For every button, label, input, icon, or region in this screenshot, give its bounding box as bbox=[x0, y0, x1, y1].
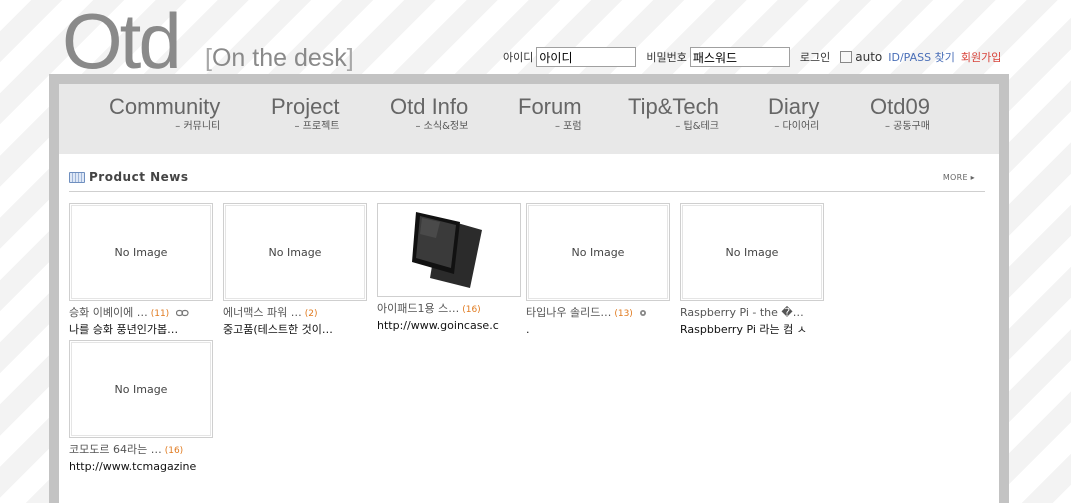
no-image-placeholder: No Image bbox=[528, 205, 668, 299]
product-title-text: 아이패드1용 스… bbox=[377, 302, 460, 315]
nav-item-tip-tech[interactable]: Tip&Tech – 팁&테크 bbox=[628, 94, 719, 134]
section-title: Product News bbox=[89, 170, 189, 184]
product-card[interactable]: No Image 타입나우 솔리드… (13) . bbox=[526, 203, 672, 337]
product-title-text: 에너맥스 파워 … bbox=[223, 306, 302, 319]
product-description: http://www.goincase.c bbox=[377, 319, 499, 332]
product-card[interactable]: No Image 승화 이볘이에 … (11) 나를 승화 풍년인가봅… bbox=[69, 203, 215, 337]
no-image-placeholder: No Image bbox=[682, 205, 822, 299]
product-card[interactable]: No Image 코모도르 64라는 … (16) http://www.tcma… bbox=[69, 340, 215, 474]
password-label: 비밀번호 bbox=[646, 51, 687, 64]
comment-count: (13) bbox=[614, 309, 633, 319]
keyboard-icon bbox=[69, 172, 85, 183]
product-title-text: 코모도르 64라는 … bbox=[69, 443, 162, 456]
login-bar: 아이디 비밀번호 로그인 auto ID/PASS 찾기 회원가입 bbox=[503, 46, 1001, 68]
product-thumbnail[interactable]: No Image bbox=[526, 203, 670, 301]
nav-label-ko: – 소식&정보 bbox=[415, 121, 469, 132]
nav-item-diary[interactable]: Diary – 다이어리 bbox=[768, 94, 819, 134]
nav-item-otd-info[interactable]: Otd Info – 소식&정보 bbox=[390, 94, 468, 134]
product-thumbnail[interactable]: No Image bbox=[69, 203, 213, 301]
link-icon bbox=[175, 309, 189, 317]
product-title[interactable]: Raspberry Pi - the �… bbox=[680, 306, 826, 320]
nav-label-ko: – 프로젝트 bbox=[294, 121, 340, 132]
product-thumbnail[interactable]: No Image bbox=[223, 203, 367, 301]
tagline-text: On the desk bbox=[211, 44, 347, 72]
site-tagline: [On the desk] bbox=[205, 44, 354, 73]
nav-label-en: Tip&Tech bbox=[628, 94, 719, 119]
login-button[interactable]: 로그인 bbox=[800, 49, 830, 65]
product-card[interactable]: No Image 에너맥스 파워 … (2) 중고품(테스트한 것이… bbox=[223, 203, 369, 337]
product-description: . bbox=[526, 323, 530, 336]
nav-item-project[interactable]: Project – 프로젝트 bbox=[271, 94, 339, 134]
product-title-text: 타입나우 솔리드… bbox=[526, 306, 612, 319]
nav-item-forum[interactable]: Forum – 포럼 bbox=[518, 94, 582, 134]
product-description: 중고품(테스트한 것이… bbox=[223, 323, 333, 336]
no-image-placeholder: No Image bbox=[71, 205, 211, 299]
nav-label-ko: – 포럼 bbox=[554, 121, 582, 132]
no-image-placeholder: No Image bbox=[71, 342, 211, 436]
product-description: 나를 승화 풍년인가봅… bbox=[69, 323, 179, 336]
tagline-close-bracket: ] bbox=[346, 44, 354, 72]
tagline-open-bracket: [ bbox=[205, 44, 212, 72]
product-title[interactable]: 코모도르 64라는 … (16) bbox=[69, 443, 215, 457]
nav-item-otd09[interactable]: Otd09 – 공동구매 bbox=[870, 94, 930, 134]
nav-label-en: Community bbox=[109, 94, 221, 119]
id-input[interactable] bbox=[536, 47, 637, 67]
signup-link[interactable]: 회원가입 bbox=[961, 49, 1001, 65]
comment-count: (2) bbox=[304, 309, 318, 319]
nav-label-ko: – 다이어리 bbox=[774, 121, 820, 132]
product-title[interactable]: 타입나우 솔리드… (13) bbox=[526, 306, 672, 320]
find-id-pass-link[interactable]: ID/PASS 찾기 bbox=[888, 49, 955, 65]
product-title[interactable]: 아이패드1용 스… (16) bbox=[377, 302, 523, 316]
comment-count: (11) bbox=[150, 309, 170, 319]
product-title[interactable]: 에너맥스 파워 … (2) bbox=[223, 306, 369, 320]
site-logo[interactable]: Otd bbox=[62, 2, 179, 76]
product-thumbnail[interactable] bbox=[377, 203, 521, 297]
comment-count: (16) bbox=[462, 305, 481, 315]
product-description: http://www.tcmagazine bbox=[69, 460, 197, 473]
nav-label-en: Otd Info bbox=[390, 94, 469, 119]
product-description: Raspbberry Pi 라는 컴 ㅅ bbox=[680, 323, 807, 336]
nav-label-en: Otd09 bbox=[870, 94, 930, 119]
nav-item-community[interactable]: Community – 커뮤니티 bbox=[109, 94, 220, 134]
ipad-case-image bbox=[412, 212, 482, 288]
nav-label-en: Forum bbox=[518, 94, 582, 119]
product-title-text: Raspberry Pi - the �… bbox=[680, 306, 804, 319]
comment-count: (16) bbox=[164, 446, 184, 456]
product-card[interactable]: 아이패드1용 스… (16) http://www.goincase.c bbox=[377, 203, 523, 333]
product-title[interactable]: 승화 이볘이에 … (11) bbox=[69, 306, 215, 320]
product-news-panel: Product News MORE ▸ No Image 승화 이볘이에 … (1… bbox=[59, 154, 999, 503]
main-nav: Community – 커뮤니티 Project – 프로젝트 Otd Info… bbox=[59, 84, 999, 154]
nav-label-en: Project bbox=[271, 94, 340, 119]
nav-label-ko: – 커뮤니티 bbox=[175, 121, 221, 132]
auto-login-checkbox[interactable] bbox=[840, 51, 853, 63]
nav-label-ko: – 공동구매 bbox=[884, 121, 930, 132]
attachment-icon bbox=[640, 310, 647, 316]
password-input[interactable] bbox=[689, 47, 790, 67]
more-link[interactable]: MORE ▸ bbox=[943, 173, 975, 182]
product-thumbnail[interactable]: No Image bbox=[69, 340, 213, 438]
auto-login-label: auto bbox=[855, 50, 883, 64]
nav-label-en: Diary bbox=[768, 94, 820, 119]
section-header: Product News MORE ▸ bbox=[69, 170, 985, 192]
nav-label-ko: – 팁&테크 bbox=[675, 121, 719, 132]
no-image-placeholder: No Image bbox=[225, 205, 365, 299]
id-label: 아이디 bbox=[503, 51, 534, 64]
product-title-text: 승화 이볘이에 … bbox=[69, 306, 148, 319]
product-card[interactable]: No Image Raspberry Pi - the �… Raspbberr… bbox=[680, 203, 826, 337]
product-thumbnail[interactable]: No Image bbox=[680, 203, 824, 301]
